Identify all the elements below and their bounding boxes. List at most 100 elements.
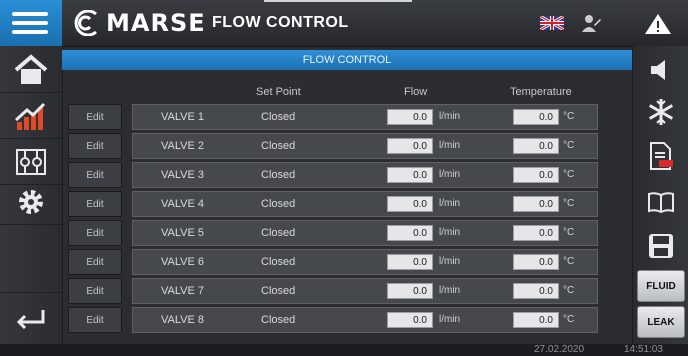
flow-unit: l/min xyxy=(439,256,461,267)
pdf-button[interactable] xyxy=(633,136,688,176)
valve-row: Edit VALVE 4 Closed 0.0 l/min 0.0 °C xyxy=(68,191,600,217)
top-divider xyxy=(264,0,412,2)
edit-valve-button[interactable]: Edit xyxy=(68,191,122,217)
flow-unit: l/min xyxy=(439,169,461,180)
temperature-value: 0.0 xyxy=(513,225,559,241)
flow-unit: l/min xyxy=(439,111,461,122)
column-header-flow: Flow xyxy=(404,86,428,98)
logo-text: MARSE xyxy=(106,9,206,37)
menu-icon-line xyxy=(12,12,48,16)
edit-valve-button[interactable]: Edit xyxy=(68,278,122,304)
edit-valve-button[interactable]: Edit xyxy=(68,104,122,130)
nav-back[interactable] xyxy=(0,298,62,342)
valve-row: Edit VALVE 2 Closed 0.0 l/min 0.0 °C xyxy=(68,133,600,159)
valve-name: VALVE 5 xyxy=(161,227,205,239)
valve-set-point: Closed xyxy=(261,169,296,181)
user-icon[interactable] xyxy=(580,13,602,33)
nav-valves[interactable] xyxy=(0,140,62,184)
edit-valve-button[interactable]: Edit xyxy=(68,220,122,246)
pdf-icon xyxy=(650,142,673,170)
valves-icon xyxy=(16,149,46,175)
valve-row-body: VALVE 5 Closed 0.0 l/min 0.0 °C xyxy=(132,220,598,246)
edit-valve-button[interactable]: Edit xyxy=(68,162,122,188)
valve-row: Edit VALVE 3 Closed 0.0 l/min 0.0 °C xyxy=(68,162,600,188)
status-bar: 27.02.2020 14:51:03 xyxy=(0,344,688,356)
valve-set-point: Closed xyxy=(261,227,296,239)
manual-button[interactable] xyxy=(633,182,688,222)
chart-icon xyxy=(14,102,46,130)
edit-valve-button[interactable]: Edit xyxy=(68,133,122,159)
gear-icon xyxy=(19,190,43,214)
temperature-unit: °C xyxy=(563,140,575,151)
temperature-value: 0.0 xyxy=(513,283,559,299)
flow-unit: l/min xyxy=(439,314,461,325)
nav-home[interactable] xyxy=(0,48,62,92)
valve-row-body: VALVE 7 Closed 0.0 l/min 0.0 °C xyxy=(132,278,598,304)
flow-value: 0.0 xyxy=(387,196,433,212)
flow-value: 0.0 xyxy=(387,312,433,328)
edit-valve-button[interactable]: Edit xyxy=(68,249,122,275)
valve-set-point: Closed xyxy=(261,140,296,152)
fluid-button[interactable]: FLUID xyxy=(637,270,685,302)
valve-name: VALVE 4 xyxy=(161,198,205,210)
warning-icon[interactable] xyxy=(644,12,672,36)
valve-set-point: Closed xyxy=(261,198,296,210)
temperature-value: 0.0 xyxy=(513,254,559,270)
valve-set-point: Closed xyxy=(261,111,296,123)
flow-unit: l/min xyxy=(439,227,461,238)
valve-row: Edit VALVE 7 Closed 0.0 l/min 0.0 °C xyxy=(68,278,600,304)
flow-value: 0.0 xyxy=(387,167,433,183)
logo: MARSE xyxy=(70,8,206,38)
valve-name: VALVE 6 xyxy=(161,256,205,268)
uk-flag-icon[interactable] xyxy=(540,16,564,30)
valve-row-body: VALVE 8 Closed 0.0 l/min 0.0 °C xyxy=(132,307,598,333)
valve-name: VALVE 7 xyxy=(161,285,205,297)
valve-row: Edit VALVE 6 Closed 0.0 l/min 0.0 °C xyxy=(68,249,600,275)
valve-name: VALVE 1 xyxy=(161,111,205,123)
back-arrow-icon xyxy=(16,310,45,330)
valve-row: Edit VALVE 5 Closed 0.0 l/min 0.0 °C xyxy=(68,220,600,246)
flow-value: 0.0 xyxy=(387,138,433,154)
status-date: 27.02.2020 xyxy=(534,344,585,355)
menu-icon-line xyxy=(12,30,48,34)
right-sidebar: FLUID LEAK xyxy=(632,46,688,344)
flow-value: 0.0 xyxy=(387,283,433,299)
flow-value: 0.0 xyxy=(387,225,433,241)
valve-row-body: VALVE 4 Closed 0.0 l/min 0.0 °C xyxy=(132,191,598,217)
save-button[interactable] xyxy=(633,226,688,266)
temperature-unit: °C xyxy=(563,198,575,209)
valve-set-point: Closed xyxy=(261,285,296,297)
flow-value: 0.0 xyxy=(387,254,433,270)
valve-row-body: VALVE 1 Closed 0.0 l/min 0.0 °C xyxy=(132,104,598,130)
temperature-unit: °C xyxy=(563,111,575,122)
nav-settings[interactable] xyxy=(0,180,62,224)
temperature-value: 0.0 xyxy=(513,312,559,328)
nav-chart[interactable] xyxy=(0,94,62,138)
temperature-unit: °C xyxy=(563,314,575,325)
temperature-unit: °C xyxy=(563,256,575,267)
valve-name: VALVE 2 xyxy=(161,140,205,152)
logo-mark-icon xyxy=(74,10,97,36)
flow-unit: l/min xyxy=(439,140,461,151)
leak-button[interactable]: LEAK xyxy=(637,306,685,338)
temperature-unit: °C xyxy=(563,169,575,180)
panel-title: FLOW CONTROL xyxy=(62,50,632,70)
temperature-value: 0.0 xyxy=(513,109,559,125)
cooling-button[interactable] xyxy=(633,92,688,132)
menu-icon-line xyxy=(12,21,48,25)
app-title: FLOW CONTROL xyxy=(212,14,349,31)
temperature-unit: °C xyxy=(563,227,575,238)
temperature-value: 0.0 xyxy=(513,167,559,183)
valve-set-point: Closed xyxy=(261,256,296,268)
flow-value: 0.0 xyxy=(387,109,433,125)
menu-button[interactable] xyxy=(0,0,62,46)
edit-valve-button[interactable]: Edit xyxy=(68,307,122,333)
temperature-value: 0.0 xyxy=(513,138,559,154)
column-header-temperature: Temperature xyxy=(510,86,572,98)
left-sidebar xyxy=(0,46,63,344)
sound-button[interactable] xyxy=(633,50,688,90)
valve-set-point: Closed xyxy=(261,314,296,326)
temperature-unit: °C xyxy=(563,285,575,296)
speaker-icon xyxy=(651,60,665,80)
flow-unit: l/min xyxy=(439,285,461,296)
